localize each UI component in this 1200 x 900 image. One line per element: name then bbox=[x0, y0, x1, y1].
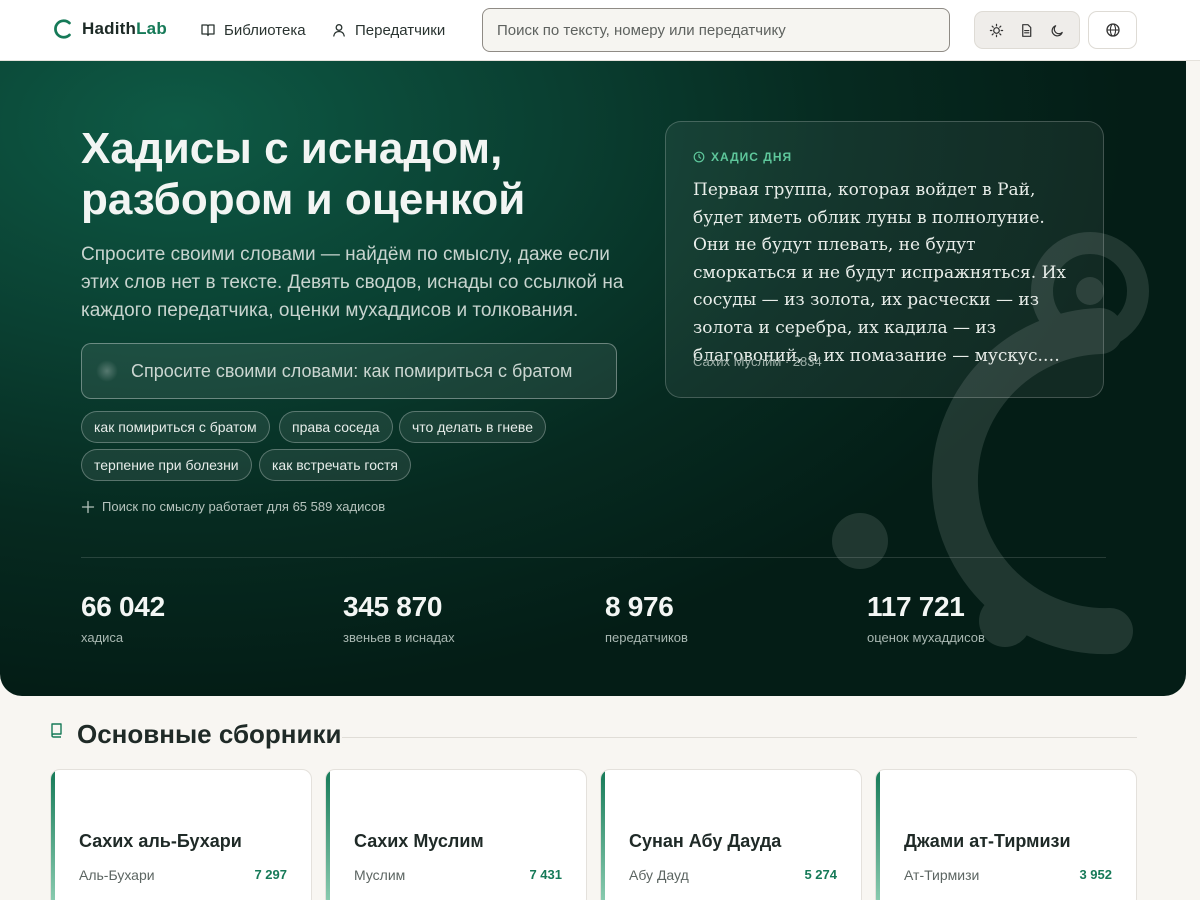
globe-icon bbox=[1105, 23, 1120, 37]
plus-icon bbox=[81, 500, 95, 513]
sun-icon bbox=[989, 23, 1004, 37]
stat-label: передатчиков bbox=[605, 630, 688, 645]
suggestion-chip[interactable]: как встречать гостя bbox=[259, 449, 411, 481]
hero-title: Хадисы с иснадом, разбором и оценкой bbox=[81, 124, 526, 224]
collection-card-tirmidhi[interactable]: Джами ат-Тирмизи Ат-Тирмизи 3 952 bbox=[875, 769, 1137, 900]
collection-title: Сунан Абу Дауда bbox=[629, 831, 782, 851]
hadith-of-day-label: ХАДИС ДНЯ bbox=[693, 150, 792, 164]
sparkle-icon bbox=[96, 360, 118, 382]
document-icon bbox=[1022, 23, 1032, 37]
nav-library-label: Библиотека bbox=[224, 21, 306, 39]
suggestion-chip[interactable]: терпение при болезни bbox=[81, 449, 252, 481]
collection-title: Сахих аль-Бухари bbox=[79, 831, 242, 851]
suggestion-chip[interactable]: что делать в гневе bbox=[399, 411, 546, 443]
top-header: HadithLab Библиотека Передатчики bbox=[0, 0, 1200, 61]
nav-library[interactable]: Библиотека bbox=[200, 20, 306, 40]
user-icon bbox=[333, 24, 345, 37]
book-icon bbox=[51, 723, 62, 738]
stat-value: 345 870 bbox=[343, 591, 443, 622]
hero-subtitle: Спросите своими словами — найдём по смыс… bbox=[81, 244, 624, 321]
section-divider bbox=[342, 737, 1137, 738]
collection-title: Сахих Муслим bbox=[354, 831, 484, 851]
hero-divider bbox=[81, 557, 1106, 558]
language-button[interactable] bbox=[1088, 11, 1137, 49]
hadith-of-day-text: Первая группа, которая войдет в Рай, буд… bbox=[693, 180, 1066, 366]
section-title: Основные сборники bbox=[77, 719, 342, 749]
hadith-of-day-card[interactable]: ХАДИС ДНЯ Первая группа, которая войдет … bbox=[665, 121, 1104, 398]
collection-count: 7 297 bbox=[254, 867, 287, 882]
clock-icon bbox=[693, 151, 705, 163]
stat-transmitters: 8 976 передатчиков bbox=[605, 590, 688, 645]
collection-count: 7 431 bbox=[529, 867, 562, 882]
stat-isnad-links: 345 870 звеньев в иснадах bbox=[343, 590, 455, 645]
semantic-search-input[interactable]: Спросите своими словами: как помириться … bbox=[81, 343, 617, 399]
collection-card-bukhari[interactable]: Сахих аль-Бухари Аль-Бухари 7 297 bbox=[50, 769, 312, 900]
collections-header: Основные сборники bbox=[50, 719, 341, 749]
theme-dark-button[interactable] bbox=[1044, 16, 1072, 44]
stat-label: звеньев в иснадах bbox=[343, 630, 455, 645]
collection-author: Аль-Бухари bbox=[79, 867, 155, 883]
semantic-search-placeholder: Спросите своими словами: как помириться … bbox=[131, 361, 573, 381]
collection-author: Абу Дауд bbox=[629, 867, 689, 883]
collection-card-abu-dawud[interactable]: Сунан Абу Дауда Абу Дауд 5 274 bbox=[600, 769, 862, 900]
stat-value: 66 042 bbox=[81, 591, 165, 622]
moon-icon bbox=[1051, 24, 1063, 36]
logo-mark-icon bbox=[54, 19, 71, 39]
stat-label: оценок мухаддисов bbox=[867, 630, 985, 645]
semantic-search-note: Поиск по смыслу работает для 65 589 хади… bbox=[81, 499, 385, 514]
suggestion-chip[interactable]: как помириться с братом bbox=[81, 411, 270, 443]
theme-sepia-button[interactable] bbox=[1013, 16, 1041, 44]
hero-section: Хадисы с иснадом, разбором и оценкой Спр… bbox=[0, 61, 1186, 696]
semantic-note-text: Поиск по смыслу работает для 65 589 хади… bbox=[102, 499, 386, 514]
collection-card-muslim[interactable]: Сахих Муслим Муслим 7 431 bbox=[325, 769, 587, 900]
logo[interactable]: HadithLab bbox=[52, 16, 167, 42]
nav-transmitters[interactable]: Передатчики bbox=[331, 20, 445, 40]
book-icon bbox=[201, 24, 215, 37]
collection-count: 5 274 bbox=[804, 867, 837, 882]
stat-value: 117 721 bbox=[867, 591, 965, 622]
theme-switcher bbox=[974, 11, 1080, 49]
hadith-of-day-source: Сахих Муслим · 2834 bbox=[693, 354, 822, 369]
stat-label: хадиса bbox=[81, 630, 124, 645]
collection-author: Ат-Тирмизи bbox=[904, 867, 980, 883]
suggestion-chip[interactable]: права соседа bbox=[279, 411, 393, 443]
stat-hadiths: 66 042 хадиса bbox=[81, 590, 165, 645]
search-input[interactable] bbox=[482, 8, 950, 52]
theme-light-button[interactable] bbox=[982, 16, 1010, 44]
stat-gradings: 117 721 оценок мухаддисов bbox=[867, 590, 985, 645]
collection-author: Муслим bbox=[354, 867, 406, 883]
stat-value: 8 976 bbox=[605, 591, 674, 622]
collection-title: Джами ат-Тирмизи bbox=[904, 831, 1071, 851]
collection-count: 3 952 bbox=[1079, 867, 1112, 882]
logo-text: HadithLab bbox=[82, 19, 167, 38]
nav-transmitters-label: Передатчики bbox=[355, 21, 446, 39]
